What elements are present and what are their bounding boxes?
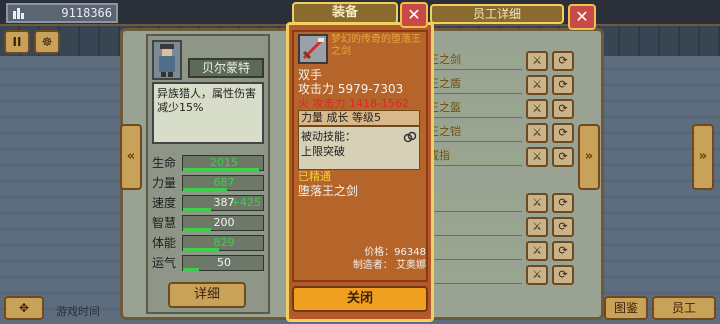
unequip-button[interactable]: ⚔ — [526, 123, 548, 143]
stat-label: 生命 — [152, 156, 177, 170]
stat-bar: 387 +425 — [182, 195, 264, 211]
price-value: 价格：96348 — [364, 247, 426, 258]
equipment-row[interactable] — [424, 242, 522, 260]
swap-button[interactable]: ⟳ — [552, 99, 574, 119]
swap-button[interactable]: ⟳ — [552, 147, 574, 167]
game-time-label: 游戏时间 — [56, 305, 100, 318]
mastered-item: 堕落王之剑 — [298, 184, 359, 198]
item-growth-row: 力量 成长 等级5 — [298, 110, 420, 126]
avatar — [152, 40, 182, 80]
mastered-label: 已精通 — [298, 170, 331, 183]
stat-bar: 687 — [182, 175, 264, 191]
stat-bar: 2015 — [182, 155, 264, 171]
stat-row: 力量 687 — [152, 174, 266, 192]
equipment-row[interactable]: 王之盔 — [424, 100, 522, 118]
equipment-row[interactable]: 王之剑 — [424, 52, 522, 70]
hero-name: 贝尔蒙特 — [188, 58, 264, 78]
settings-button[interactable]: ☸ — [34, 30, 60, 54]
hero-description: 异族猎人，属性伤害减少15% — [152, 82, 264, 144]
swap-button[interactable]: ⟳ — [552, 241, 574, 261]
link-icon[interactable] — [403, 130, 417, 144]
stat-value: 2015 — [210, 156, 238, 169]
stat-label: 体能 — [152, 236, 177, 250]
stat-row: 智慧 200 — [152, 214, 266, 232]
next-staff-button[interactable]: » — [692, 124, 714, 190]
unequip-button[interactable]: ⚔ — [526, 241, 548, 261]
close-detail-button[interactable]: ✕ — [568, 4, 596, 30]
unequip-button[interactable]: ⚔ — [526, 75, 548, 95]
popup-title: 装备 — [292, 2, 398, 24]
gold-value: 9118366 — [61, 6, 112, 20]
swap-button[interactable]: ⟳ — [552, 51, 574, 71]
passive-label: 被动技能： — [301, 130, 356, 143]
next-equip-button[interactable]: » — [578, 124, 600, 190]
item-price: 价格：96348 制造者： 艾奥娜 — [330, 246, 426, 272]
unequip-button[interactable]: ⚔ — [526, 217, 548, 237]
prev-staff-button[interactable]: « — [120, 124, 142, 190]
stat-label: 力量 — [152, 176, 177, 190]
equipment-row[interactable] — [424, 218, 522, 236]
unequip-button[interactable]: ⚔ — [526, 147, 548, 167]
swap-button[interactable]: ⟳ — [552, 75, 574, 95]
stat-value: 50 — [217, 256, 231, 269]
stat-label: 速度 — [152, 196, 177, 210]
stat-bar: 829 — [182, 235, 264, 251]
equipment-row[interactable]: 戒指 — [424, 148, 522, 166]
stat-label: 运气 — [152, 256, 177, 270]
stat-row: 生命 2015 — [152, 154, 266, 172]
equipment-row[interactable]: 王之盾 — [424, 76, 522, 94]
swap-button[interactable]: ⟳ — [552, 193, 574, 213]
unequip-button[interactable]: ⚔ — [526, 265, 548, 285]
item-attack: 攻击力 5979-7303 — [298, 82, 404, 96]
stat-bar: 200 — [182, 215, 264, 231]
unequip-button[interactable]: ⚔ — [526, 51, 548, 71]
close-button[interactable]: 关闭 — [292, 286, 428, 312]
unequip-button[interactable]: ⚔ — [526, 99, 548, 119]
stat-row: 体能 829 — [152, 234, 266, 252]
gallery-button[interactable]: 图鉴 — [604, 296, 648, 320]
map-button[interactable]: ✥ — [4, 296, 44, 320]
item-hand-type: 双手 — [298, 68, 323, 82]
swap-button[interactable]: ⟳ — [552, 217, 574, 237]
equipment-row[interactable] — [424, 266, 522, 284]
equipment-row[interactable] — [424, 194, 522, 212]
coins-icon — [13, 8, 24, 19]
equipment-row[interactable]: 王之铠 — [424, 124, 522, 142]
stat-value: 200 — [213, 216, 235, 229]
maker-value: 制造者： 艾奥娜 — [352, 260, 426, 271]
stat-row: 速度 387 +425 — [152, 194, 266, 212]
stat-row: 运气 50 — [152, 254, 266, 272]
stat-value: 829 — [213, 236, 235, 249]
stat-bar: 50 — [182, 255, 264, 271]
staff-button[interactable]: 员工 — [652, 296, 716, 320]
detail-button[interactable]: 详细 — [168, 282, 246, 308]
swap-button[interactable]: ⟳ — [552, 123, 574, 143]
stat-bonus: +425 — [230, 196, 261, 209]
passive-skill: 上限突破 — [301, 145, 345, 158]
passive-skill-panel: 被动技能： 上限突破 — [298, 126, 420, 170]
unequip-button[interactable]: ⚔ — [526, 193, 548, 213]
gold-counter: 9118366 — [6, 3, 118, 23]
staff-detail-header: 员工详细 — [430, 4, 564, 24]
item-fire-attack: 火 攻击力 1418-1562 — [298, 97, 409, 110]
close-popup-x-button[interactable]: ✕ — [400, 2, 428, 28]
swap-button[interactable]: ⟳ — [552, 265, 574, 285]
sword-icon — [298, 34, 328, 64]
pause-button[interactable]: II — [4, 30, 30, 54]
stat-value: 687 — [213, 176, 235, 189]
stat-label: 智慧 — [152, 216, 177, 230]
item-name: 梦幻的传奇的堕落王之剑 — [331, 34, 421, 57]
